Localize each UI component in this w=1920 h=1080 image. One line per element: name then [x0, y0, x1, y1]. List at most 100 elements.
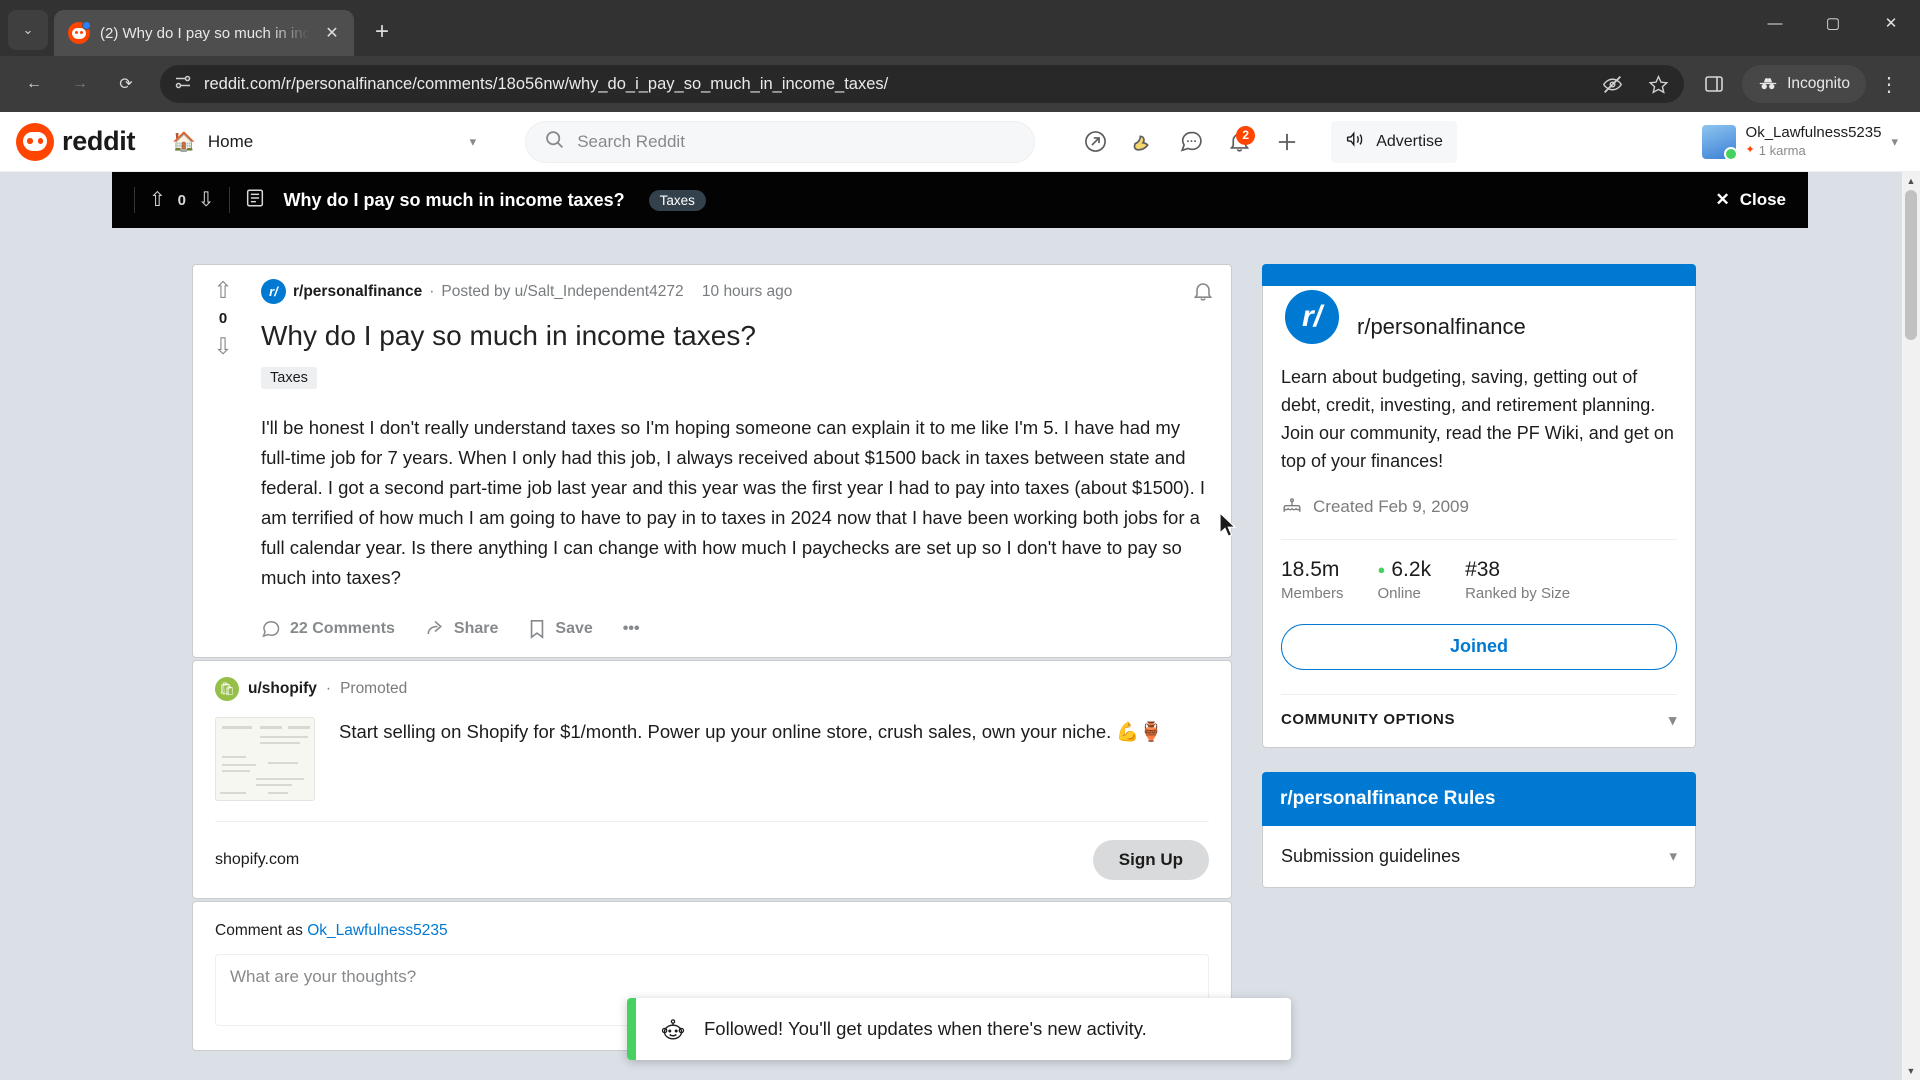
meta-separator: · [429, 282, 435, 300]
post-author[interactable]: Posted by u/Salt_Independent4272 [441, 283, 683, 301]
post-vote-column: ⇧ 0 ⇩ [193, 265, 253, 657]
page-settings-icon[interactable] [174, 73, 192, 96]
post-score: 0 [218, 310, 228, 327]
signup-button[interactable]: Sign Up [1092, 839, 1209, 880]
close-overlay-button[interactable]: ✕ Close [1715, 190, 1786, 210]
close-window-button[interactable]: ✕ [1862, 0, 1920, 46]
community-stats: 18.5m Members ● 6.2k Online #38 Ranked b… [1281, 558, 1677, 602]
community-options-toggle[interactable]: COMMUNITY OPTIONS ▾ [1281, 693, 1677, 729]
reload-button[interactable]: ⟳ [106, 64, 146, 104]
post-card: ⇧ 0 ⇩ r/ r/personalfinance · Posted by u… [192, 264, 1232, 658]
stat-members: 18.5m Members [1281, 558, 1344, 602]
create-post-icon[interactable] [1265, 120, 1309, 164]
scroll-down-arrow[interactable]: ▼ [1902, 1062, 1920, 1080]
rule-item[interactable]: Submission guidelines ▾ [1263, 826, 1695, 887]
upvote-icon[interactable]: ⇧ [149, 190, 166, 210]
save-action[interactable]: Save [528, 619, 593, 639]
minimize-button[interactable]: — [1746, 0, 1804, 46]
notifications-icon[interactable]: 2 [1217, 120, 1261, 164]
star-icon[interactable] [1642, 68, 1674, 100]
post-content-area: ⇧ 0 ⇩ r/ r/personalfinance · Posted by u… [112, 228, 1808, 1080]
reddit-logo[interactable]: reddit [16, 122, 136, 161]
comment-as-label: Comment as Ok_Lawfulness5235 [215, 922, 1209, 940]
reddit-header: reddit 🏠 Home ▾ Search Reddit 2 Advertis… [0, 112, 1920, 172]
toast-notification: Followed! You'll get updates when there'… [627, 998, 1291, 1060]
post-flair[interactable]: Taxes [261, 367, 317, 389]
tab-strip: ⌄ (2) Why do I pay so much in inc ✕ + — … [0, 0, 1920, 56]
eye-off-icon[interactable] [1596, 68, 1628, 100]
maximize-button[interactable]: ▢ [1804, 0, 1862, 46]
upvote-icon[interactable]: ⇧ [213, 279, 232, 302]
rpan-icon[interactable] [1121, 120, 1165, 164]
notification-badge: 2 [1236, 125, 1256, 145]
promo-url[interactable]: shopify.com [215, 851, 299, 869]
comments-label: 22 Comments [290, 619, 395, 637]
search-input[interactable]: Search Reddit [525, 120, 1036, 163]
sidebar: r/ r/personalfinance Learn about budgeti… [1262, 264, 1696, 1051]
bell-icon[interactable] [1191, 279, 1215, 309]
side-panel-icon[interactable] [1698, 68, 1730, 100]
stat-online: ● 6.2k Online [1378, 558, 1432, 602]
user-menu[interactable]: Ok_Lawfulness5235 ✦ 1 karma ▾ [1694, 119, 1904, 165]
incognito-indicator[interactable]: Incognito [1742, 65, 1866, 103]
page-title: Why do I pay so much in income taxes? [261, 320, 756, 351]
main-column: ⇧ 0 ⇩ r/ r/personalfinance · Posted by u… [192, 264, 1232, 1051]
rule-label: Submission guidelines [1281, 845, 1461, 866]
share-label: Share [453, 619, 499, 637]
subreddit-link[interactable]: r/personalfinance [293, 283, 422, 301]
downvote-icon[interactable]: ⇩ [198, 190, 215, 210]
back-button[interactable]: ← [14, 64, 54, 104]
chevron-down-icon: ▾ [1668, 711, 1677, 729]
chat-icon[interactable] [1169, 120, 1213, 164]
url-text: reddit.com/r/personalfinance/comments/18… [204, 74, 889, 93]
stat-rank: #38 Ranked by Size [1465, 558, 1570, 602]
comment-as-username[interactable]: Ok_Lawfulness5235 [307, 922, 447, 939]
tab-search-button[interactable]: ⌄ [8, 10, 48, 50]
chevron-down-icon: ▾ [1891, 133, 1898, 149]
comments-action[interactable]: 22 Comments [261, 619, 395, 639]
karma-label: ✦ 1 karma [1746, 143, 1882, 159]
scroll-up-arrow[interactable]: ▲ [1902, 172, 1920, 190]
promoted-label: Promoted [340, 679, 408, 697]
rank-label: Ranked by Size [1465, 584, 1571, 602]
address-bar[interactable]: reddit.com/r/personalfinance/comments/18… [160, 65, 1685, 103]
home-dropdown[interactable]: 🏠 Home ▾ [159, 121, 489, 163]
subreddit-icon: r/ [261, 279, 286, 304]
joined-button[interactable]: Joined [1281, 623, 1677, 670]
advertise-label: Advertise [1376, 132, 1443, 150]
page-scrollbar[interactable]: ▲ ▼ [1902, 172, 1920, 1080]
forward-button[interactable]: → [60, 64, 100, 104]
home-icon: 🏠 [172, 131, 196, 153]
browser-menu-button[interactable]: ⋮ [1872, 65, 1906, 103]
browser-tab[interactable]: (2) Why do I pay so much in inc ✕ [54, 10, 354, 56]
community-name[interactable]: r/personalfinance [1357, 314, 1526, 340]
karma-icon: ✦ [1745, 144, 1755, 156]
shopify-avatar-icon: 🛍 [215, 676, 239, 701]
home-label: Home [207, 131, 254, 151]
more-action[interactable]: ••• [623, 620, 640, 638]
advertise-button[interactable]: Advertise [1331, 120, 1457, 163]
community-icon: r/ [1281, 286, 1343, 348]
promo-thumbnail[interactable] [215, 716, 315, 801]
promo-header: 🛍 u/shopify · Promoted [215, 676, 1209, 701]
promo-username[interactable]: u/shopify [248, 680, 317, 698]
popular-icon[interactable] [1073, 120, 1117, 164]
username-label: Ok_Lawfulness5235 [1745, 124, 1882, 141]
scrollbar-thumb[interactable] [1905, 190, 1917, 340]
search-icon [544, 129, 565, 155]
reddit-logo-icon [16, 122, 54, 161]
karma-value: 1 karma [1758, 142, 1806, 158]
ellipsis-icon: ••• [622, 619, 640, 637]
chevron-down-icon: ▾ [1669, 848, 1677, 866]
promoted-ad-card: 🛍 u/shopify · Promoted Start selling on … [192, 659, 1232, 899]
overlay-flair[interactable]: Taxes [648, 189, 706, 211]
downvote-icon[interactable]: ⇩ [213, 335, 232, 358]
rules-card: r/personalfinance Rules Submission guide… [1262, 771, 1696, 888]
share-action[interactable]: Share [425, 619, 498, 639]
meta-separator [691, 283, 695, 301]
new-tab-button[interactable]: + [364, 14, 400, 50]
community-created: Created Feb 9, 2009 [1281, 494, 1677, 521]
online-label: Online [1377, 584, 1421, 602]
tab-close-icon[interactable]: ✕ [320, 21, 344, 45]
created-label: Created Feb 9, 2009 [1313, 497, 1469, 517]
